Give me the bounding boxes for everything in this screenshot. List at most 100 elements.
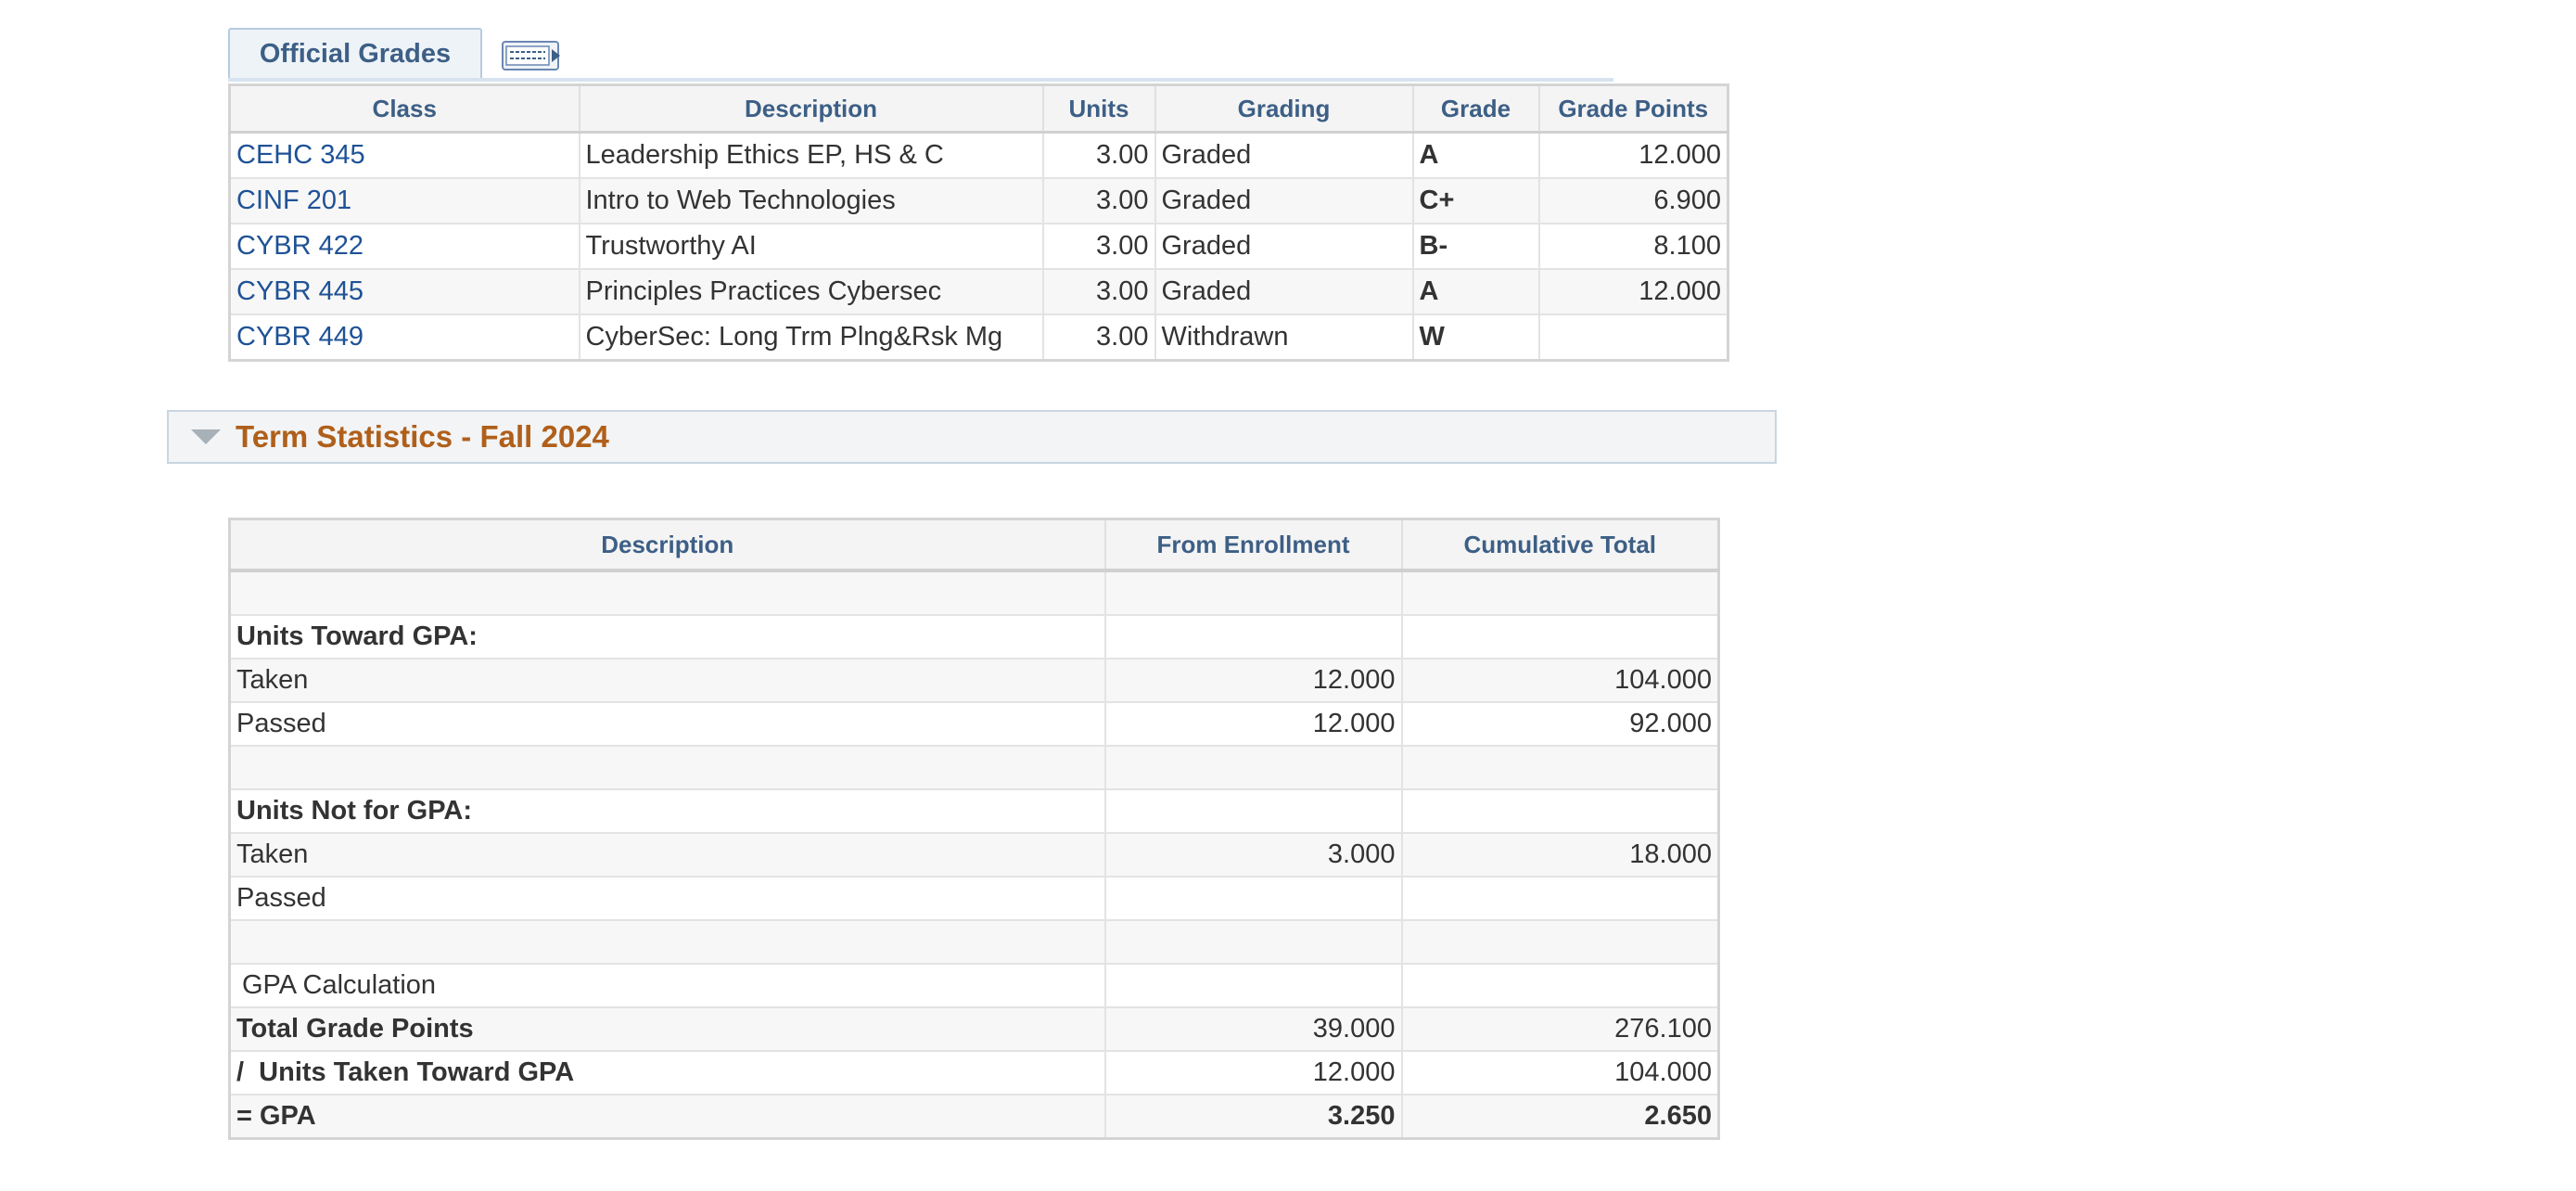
table-row: Total Grade Points 39.000 276.100 xyxy=(228,1006,1720,1052)
units-taken-cumulative: 104.000 xyxy=(1400,1050,1720,1095)
table-row xyxy=(228,745,1720,790)
column-header-from-enrollment: From Enrollment xyxy=(1103,518,1403,572)
tab-underline xyxy=(228,78,1613,82)
table-row: Units Toward GPA: xyxy=(228,614,1720,660)
table-row: = GPA 3.250 2.650 xyxy=(228,1094,1720,1140)
units-taken-enrollment: 12.000 xyxy=(1103,1050,1403,1095)
class-grade: B- xyxy=(1411,223,1540,270)
gpa-passed-enrollment: 12.000 xyxy=(1103,701,1403,747)
class-grade: A xyxy=(1411,268,1540,315)
column-header-description: Description xyxy=(228,518,1106,572)
column-header-grade-points: Grade Points xyxy=(1537,83,1729,134)
blank-cell xyxy=(1103,919,1403,965)
table-header-row: Class Description Units Grading Grade Gr… xyxy=(228,83,1729,134)
table-row: CYBR 422 Trustworthy AI 3.00 Graded B- 8… xyxy=(228,223,1729,270)
table-row: Taken 3.000 18.000 xyxy=(228,832,1720,877)
gpa-taken-cumulative: 104.000 xyxy=(1400,658,1720,703)
table-row xyxy=(228,570,1720,616)
class-description: Leadership Ethics EP, HS & C xyxy=(578,131,1044,179)
table-row: CYBR 449 CyberSec: Long Trm Plng&Rsk Mg … xyxy=(228,314,1729,362)
tab-official-grades[interactable]: Official Grades xyxy=(228,28,482,78)
blank-cell xyxy=(1103,570,1403,616)
class-link[interactable]: CYBR 422 xyxy=(228,223,580,270)
grid-view-icon[interactable] xyxy=(501,39,566,72)
units-taken-toward-gpa-label: / Units Taken Toward GPA xyxy=(228,1050,1106,1095)
taken-label: Taken xyxy=(228,658,1106,703)
blank-cell xyxy=(228,919,1106,965)
blank-cell xyxy=(228,745,1106,790)
table-row: GPA Calculation xyxy=(228,963,1720,1008)
class-units: 3.00 xyxy=(1041,268,1156,315)
nongpa-passed-enrollment xyxy=(1103,876,1403,921)
gpa-taken-enrollment: 12.000 xyxy=(1103,658,1403,703)
term-statistics-header[interactable]: Term Statistics - Fall 2024 xyxy=(167,410,1777,464)
table-row: / Units Taken Toward GPA 12.000 104.000 xyxy=(228,1050,1720,1095)
column-header-cumulative-total: Cumulative Total xyxy=(1400,518,1720,572)
class-units: 3.00 xyxy=(1041,131,1156,179)
class-link[interactable]: CYBR 449 xyxy=(228,314,580,362)
taken-label: Taken xyxy=(228,832,1106,877)
nongpa-taken-cumulative: 18.000 xyxy=(1400,832,1720,877)
class-grade-points: 8.100 xyxy=(1537,223,1729,270)
class-description: Principles Practices Cybersec xyxy=(578,268,1044,315)
units-toward-gpa-label: Units Toward GPA: xyxy=(228,614,1106,660)
blank-cell xyxy=(1103,788,1403,834)
table-row xyxy=(228,919,1720,965)
class-description: Intro to Web Technologies xyxy=(578,177,1044,224)
class-units: 3.00 xyxy=(1041,223,1156,270)
official-grades-table: Class Description Units Grading Grade Gr… xyxy=(228,83,1729,362)
collapse-triangle-icon[interactable] xyxy=(191,429,221,444)
class-grading: Graded xyxy=(1154,177,1414,224)
class-grade: A xyxy=(1411,131,1540,179)
table-row: CINF 201 Intro to Web Technologies 3.00 … xyxy=(228,177,1729,224)
gpa-enrollment: 3.250 xyxy=(1103,1094,1403,1140)
class-grade-points: 12.000 xyxy=(1537,131,1729,179)
table-row: Taken 12.000 104.000 xyxy=(228,658,1720,703)
class-grade-points xyxy=(1537,314,1729,362)
gpa-cumulative: 2.650 xyxy=(1400,1094,1720,1140)
class-link[interactable]: CINF 201 xyxy=(228,177,580,224)
class-grading: Graded xyxy=(1154,131,1414,179)
blank-cell xyxy=(1400,919,1720,965)
table-row: CYBR 445 Principles Practices Cybersec 3… xyxy=(228,268,1729,315)
class-units: 3.00 xyxy=(1041,314,1156,362)
blank-cell xyxy=(1400,963,1720,1008)
class-description: Trustworthy AI xyxy=(578,223,1044,270)
class-link[interactable]: CEHC 345 xyxy=(228,131,580,179)
table-row: CEHC 345 Leadership Ethics EP, HS & C 3.… xyxy=(228,131,1729,179)
blank-cell xyxy=(1103,963,1403,1008)
class-grading: Withdrawn xyxy=(1154,314,1414,362)
units-not-for-gpa-label: Units Not for GPA: xyxy=(228,788,1106,834)
term-statistics-title: Term Statistics - Fall 2024 xyxy=(236,419,609,454)
total-points-enrollment: 39.000 xyxy=(1103,1006,1403,1052)
term-statistics-table: Description From Enrollment Cumulative T… xyxy=(228,518,1720,1140)
blank-cell xyxy=(1103,614,1403,660)
table-row: Passed 12.000 92.000 xyxy=(228,701,1720,747)
column-header-description: Description xyxy=(578,83,1044,134)
gpa-label: = GPA xyxy=(228,1094,1106,1140)
total-points-cumulative: 276.100 xyxy=(1400,1006,1720,1052)
class-units: 3.00 xyxy=(1041,177,1156,224)
nongpa-passed-cumulative xyxy=(1400,876,1720,921)
class-link[interactable]: CYBR 445 xyxy=(228,268,580,315)
class-grade: C+ xyxy=(1411,177,1540,224)
class-grade: W xyxy=(1411,314,1540,362)
column-header-class: Class xyxy=(228,83,580,134)
class-grade-points: 12.000 xyxy=(1537,268,1729,315)
nongpa-taken-enrollment: 3.000 xyxy=(1103,832,1403,877)
blank-cell xyxy=(1103,745,1403,790)
class-grade-points: 6.900 xyxy=(1537,177,1729,224)
total-grade-points-label: Total Grade Points xyxy=(228,1006,1106,1052)
column-header-grading: Grading xyxy=(1154,83,1414,134)
table-row: Units Not for GPA: xyxy=(228,788,1720,834)
column-header-grade: Grade xyxy=(1411,83,1540,134)
passed-label: Passed xyxy=(228,876,1106,921)
blank-cell xyxy=(1400,745,1720,790)
table-header-row: Description From Enrollment Cumulative T… xyxy=(228,518,1720,572)
gpa-calculation-label: GPA Calculation xyxy=(228,963,1106,1008)
class-grading: Graded xyxy=(1154,223,1414,270)
class-description: CyberSec: Long Trm Plng&Rsk Mg xyxy=(578,314,1044,362)
blank-cell xyxy=(1400,570,1720,616)
column-header-units: Units xyxy=(1041,83,1156,134)
table-row: Passed xyxy=(228,876,1720,921)
